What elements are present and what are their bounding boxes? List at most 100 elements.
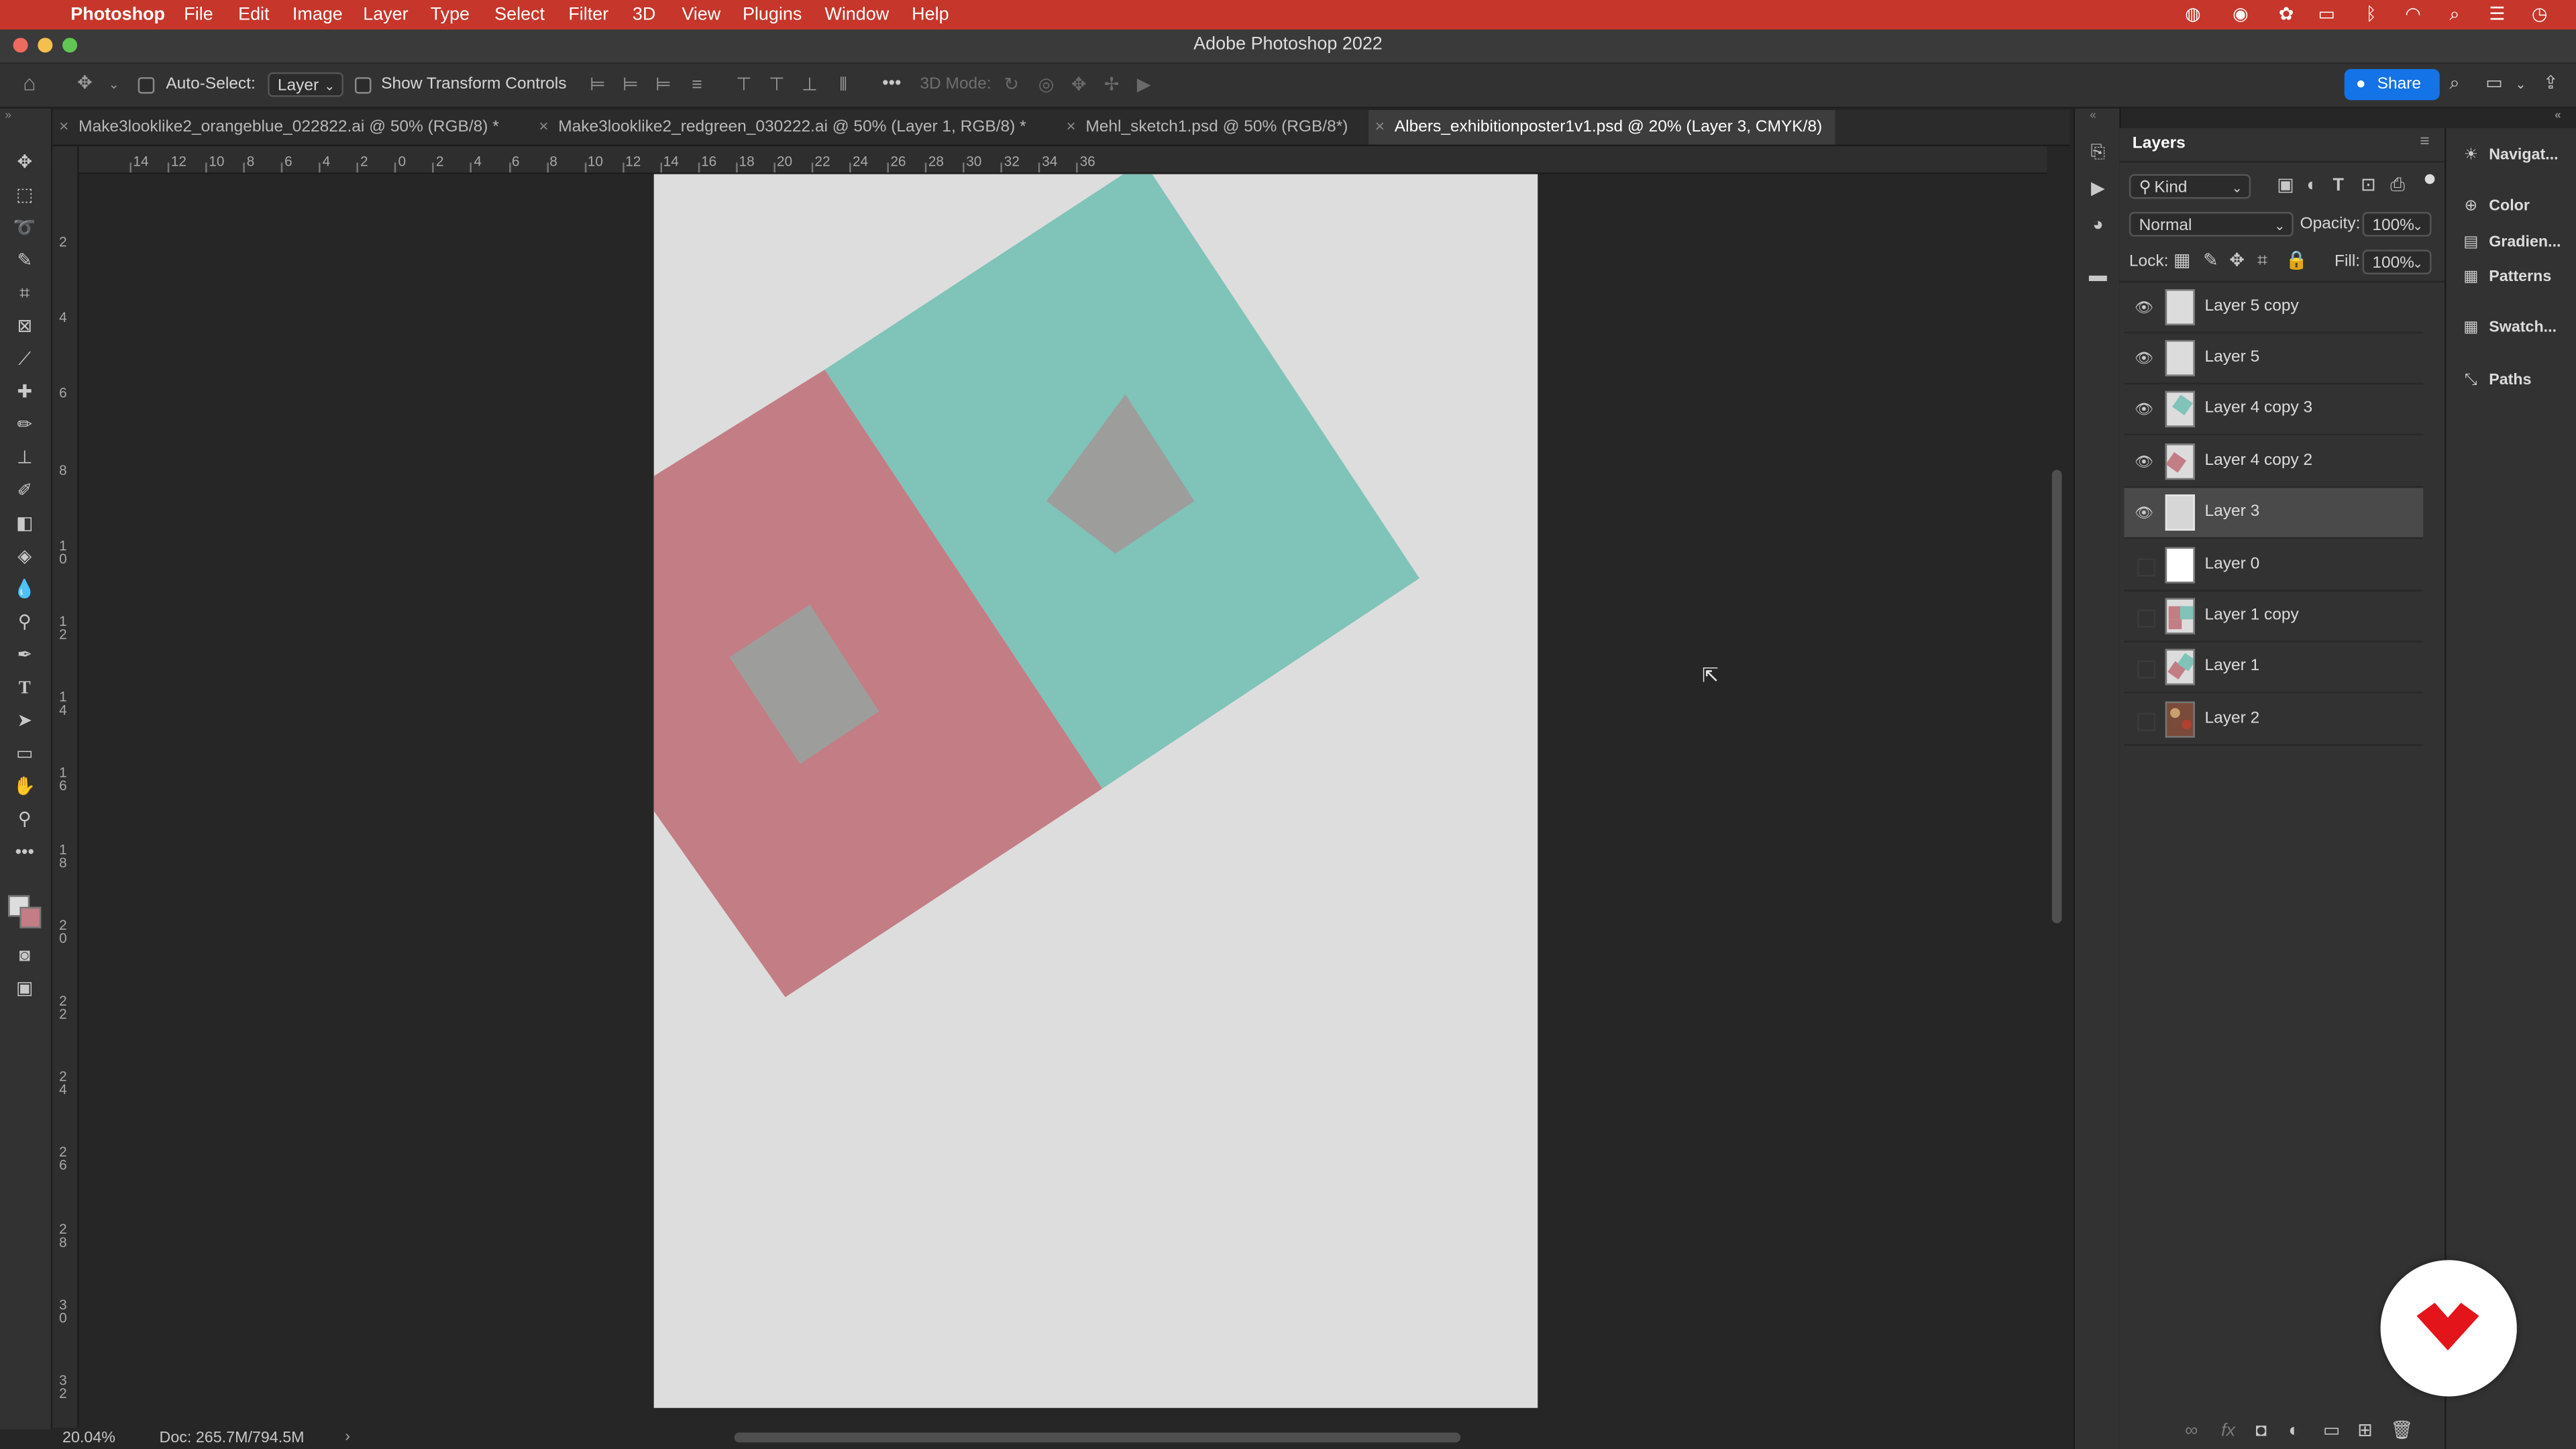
blend-mode-dropdown[interactable]: Normal ⌄ bbox=[2129, 211, 2294, 237]
eye-icon[interactable]: 👁 bbox=[2134, 502, 2153, 522]
layer-style-icon[interactable]: fx bbox=[2221, 1421, 2235, 1440]
layer-row[interactable]: 👁 Layer 5 copy bbox=[2124, 282, 2424, 334]
close-window-button[interactable] bbox=[13, 38, 28, 53]
dodge-tool-icon[interactable]: ⚲ bbox=[10, 610, 40, 636]
3d-scale-icon[interactable]: ▶ bbox=[1137, 76, 1151, 95]
history-brush-tool-icon[interactable]: ✐ bbox=[10, 478, 40, 504]
collapse-icon[interactable]: » bbox=[5, 110, 11, 121]
workspace-icon[interactable]: ▭ bbox=[2485, 74, 2502, 93]
screen-mode-icon[interactable]: ▣ bbox=[10, 976, 40, 1002]
pen-tool-icon[interactable]: ✒ bbox=[10, 643, 40, 669]
lock-all-icon[interactable]: 🔒 bbox=[2286, 252, 2308, 271]
layer-row[interactable]: 👁 Layer 4 copy 3 bbox=[2124, 384, 2424, 435]
panel-menu-icon[interactable]: ≡ bbox=[2420, 133, 2429, 151]
swatches-panel-tab[interactable]: ▦ Swatch... bbox=[2459, 315, 2557, 341]
measurement-icon[interactable]: ▬ bbox=[2086, 266, 2109, 288]
brush-tool-icon[interactable]: ✏ bbox=[10, 413, 40, 439]
zoom-window-button[interactable] bbox=[62, 38, 78, 53]
gear-status-icon[interactable]: ✿ bbox=[2279, 3, 2294, 26]
chevron-down-icon[interactable]: ⌄ bbox=[2515, 76, 2526, 95]
layer-row[interactable]: Layer 1 copy bbox=[2124, 592, 2424, 643]
color-panel-tab[interactable]: ⊕ Color bbox=[2459, 194, 2530, 220]
tab-make3looklike2-redgreen[interactable]: × Make3looklike2_redgreen_030222.ai @ 50%… bbox=[532, 110, 1048, 144]
menu-plugins[interactable]: Plugins bbox=[743, 3, 802, 26]
menu-window[interactable]: Window bbox=[824, 3, 889, 26]
show-transform-checkbox[interactable] bbox=[354, 77, 372, 94]
tab-mehl-sketch1[interactable]: × Mehl_sketch1.psd @ 50% (RGB/8*) bbox=[1060, 110, 1366, 144]
quick-select-tool-icon[interactable]: ✎ bbox=[10, 248, 40, 274]
distribute-vertical-icon[interactable]: ≡ bbox=[692, 76, 702, 95]
menu-layer[interactable]: Layer bbox=[363, 3, 408, 26]
zoom-level[interactable]: 20.04% bbox=[62, 1430, 115, 1448]
menu-file[interactable]: File bbox=[184, 3, 213, 26]
menu-3d[interactable]: 3D bbox=[633, 3, 655, 26]
zoom-tool-icon[interactable]: ⚲ bbox=[10, 806, 40, 833]
control-center-icon[interactable]: ☰ bbox=[2489, 3, 2505, 26]
layer-row[interactable]: Layer 0 bbox=[2124, 541, 2424, 592]
menu-app-name[interactable]: Photoshop bbox=[70, 3, 165, 26]
filter-pixel-icon[interactable]: ▣ bbox=[2277, 176, 2294, 195]
new-layer-icon[interactable]: ⊞ bbox=[2357, 1421, 2373, 1440]
healing-brush-tool-icon[interactable]: ✚ bbox=[10, 380, 40, 406]
menu-type[interactable]: Type bbox=[431, 3, 470, 26]
eye-icon[interactable]: 👁 bbox=[2134, 348, 2153, 368]
menu-image[interactable]: Image bbox=[292, 3, 343, 26]
quick-mask-icon[interactable]: ◙ bbox=[10, 943, 40, 969]
layer-filter-dropdown[interactable]: ⚲ Kind ⌄ bbox=[2129, 174, 2251, 199]
eye-icon[interactable]: 👁 bbox=[2134, 399, 2153, 419]
filter-smart-object-icon[interactable]: ⎙ bbox=[2390, 176, 2405, 195]
close-icon[interactable]: × bbox=[1066, 118, 1075, 136]
vertical-ruler[interactable]: 2 4 6 8 10 12 14 16 18 20 22 24 26 28 30 32 bbox=[52, 146, 79, 1428]
align-bottom-icon[interactable]: ⊥ bbox=[802, 76, 817, 95]
3d-slide-icon[interactable]: ✢ bbox=[1104, 76, 1120, 95]
visibility-toggle[interactable] bbox=[2137, 609, 2156, 628]
menu-select[interactable]: Select bbox=[494, 3, 545, 26]
gradient-panel-tab[interactable]: ▤ Gradien... bbox=[2459, 230, 2561, 256]
filter-shape-icon[interactable]: ⊡ bbox=[2361, 176, 2376, 195]
background-color-swatch[interactable] bbox=[19, 906, 42, 928]
menu-help[interactable]: Help bbox=[912, 3, 949, 26]
more-options-icon[interactable]: ••• bbox=[882, 74, 901, 93]
add-mask-icon[interactable]: ◘ bbox=[2255, 1421, 2266, 1440]
home-icon[interactable]: ⌂ bbox=[23, 72, 36, 94]
align-right-icon[interactable]: ⊨ bbox=[655, 76, 671, 95]
floating-logo-badge[interactable] bbox=[2380, 1260, 2517, 1397]
layer-row[interactable]: 👁 Layer 5 bbox=[2124, 333, 2424, 385]
path-selection-tool-icon[interactable]: ➤ bbox=[10, 708, 40, 735]
paint-bucket-tool-icon[interactable]: ◈ bbox=[10, 544, 40, 570]
3d-roll-icon[interactable]: ◎ bbox=[1038, 76, 1055, 95]
hand-tool-icon[interactable]: ✋ bbox=[10, 773, 40, 800]
move-tool-preset-icon[interactable]: ✥ bbox=[77, 74, 93, 93]
link-layers-icon[interactable]: ∞ bbox=[2185, 1421, 2198, 1440]
type-tool-icon[interactable]: T bbox=[10, 676, 40, 702]
eye-icon[interactable]: 👁 bbox=[2134, 451, 2153, 471]
cloud-sync-icon[interactable]: ◉ bbox=[2233, 3, 2249, 26]
menu-edit[interactable]: Edit bbox=[238, 3, 269, 26]
filter-type-icon[interactable]: T bbox=[2333, 176, 2344, 195]
chevron-right-icon[interactable]: › bbox=[345, 1428, 350, 1446]
rectangle-tool-icon[interactable]: ▭ bbox=[10, 741, 40, 767]
close-icon[interactable]: × bbox=[59, 118, 68, 136]
navigator-panel-tab[interactable]: ☀ Navigat... bbox=[2459, 143, 2559, 169]
distribute-horizontal-icon[interactable]: ⫴ bbox=[839, 76, 847, 95]
visibility-toggle[interactable] bbox=[2137, 712, 2156, 731]
lock-image-icon[interactable]: ✎ bbox=[2203, 252, 2218, 271]
collapse-icon[interactable]: « bbox=[2090, 110, 2096, 121]
search-icon[interactable]: ⌕ bbox=[2449, 3, 2459, 26]
more-tools-icon[interactable]: ••• bbox=[10, 839, 40, 865]
align-middle-v-icon[interactable]: ⊤ bbox=[769, 76, 784, 95]
tab-make3looklike2-orangeblue[interactable]: × Make3looklike2_orangeblue_022822.ai @ 5… bbox=[52, 110, 527, 144]
align-left-icon[interactable]: ⊨ bbox=[590, 76, 605, 95]
minimize-window-button[interactable] bbox=[38, 38, 53, 53]
3d-orbit-icon[interactable]: ↻ bbox=[1004, 76, 1019, 95]
3d-pan-icon[interactable]: ✥ bbox=[1071, 76, 1087, 95]
layer-row[interactable]: Layer 1 bbox=[2124, 643, 2424, 694]
fill-field[interactable]: 100% ⌄ bbox=[2362, 250, 2432, 274]
eye-icon[interactable]: 👁 bbox=[2134, 297, 2153, 317]
trash-icon[interactable]: 🗑 bbox=[2390, 1421, 2413, 1440]
patterns-panel-tab[interactable]: ▦ Patterns bbox=[2459, 264, 2551, 290]
menu-view[interactable]: View bbox=[682, 3, 720, 26]
lock-artboard-icon[interactable]: ⌗ bbox=[2257, 252, 2267, 271]
move-tool-icon[interactable]: ✥ bbox=[10, 150, 40, 176]
actions-play-icon[interactable]: ▶ bbox=[2086, 179, 2109, 201]
